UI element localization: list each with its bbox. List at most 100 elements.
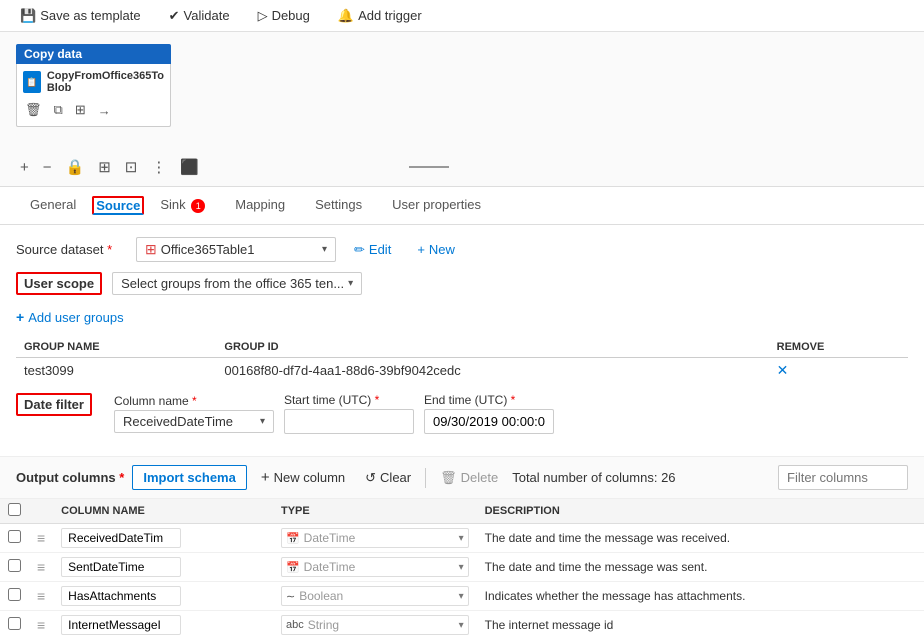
table-row: ≡ 📅 DateTime ▾ The date and time the mes… bbox=[0, 524, 924, 553]
row-checkbox[interactable] bbox=[8, 559, 21, 572]
col-description-cell: Indicates whether the message has attach… bbox=[477, 582, 924, 611]
connect-activity-button[interactable]: → bbox=[96, 100, 113, 120]
col-type-cell: 📅 DateTime ▾ bbox=[273, 553, 477, 582]
new-button[interactable]: + New bbox=[409, 238, 463, 261]
tab-general[interactable]: General bbox=[16, 189, 90, 222]
type-select[interactable]: ∼ Boolean ▾ bbox=[281, 586, 469, 606]
clone-activity-button[interactable]: ⊞ bbox=[73, 100, 88, 120]
clear-button[interactable]: ↺ Clear bbox=[359, 466, 417, 490]
type-dropdown-icon: ▾ bbox=[459, 533, 464, 544]
drag-handle[interactable]: ≡ bbox=[29, 553, 53, 582]
type-dropdown-icon: ▾ bbox=[459, 620, 464, 631]
select-button[interactable]: ⊡ bbox=[121, 156, 142, 178]
column-name-header: COLUMN NAME bbox=[53, 499, 273, 524]
type-text: DateTime bbox=[304, 531, 457, 545]
drag-handle[interactable]: ≡ bbox=[29, 611, 53, 640]
col-type-cell: ∼ Boolean ▾ bbox=[273, 582, 477, 611]
type-dropdown-icon: ▾ bbox=[459, 562, 464, 573]
tab-settings[interactable]: Settings bbox=[301, 189, 376, 222]
user-scope-row: User scope Select groups from the office… bbox=[16, 272, 908, 295]
clear-icon: ↺ bbox=[365, 470, 376, 486]
col-name-input[interactable] bbox=[61, 557, 181, 577]
auto-fit-button[interactable]: ⊞ bbox=[94, 156, 115, 178]
description-text: The date and time the message was receiv… bbox=[485, 531, 730, 545]
tab-mapping[interactable]: Mapping bbox=[221, 189, 299, 222]
date-filter-row: Date filter Column name * ReceivedDateTi… bbox=[16, 393, 908, 434]
col-name-input[interactable] bbox=[61, 528, 181, 548]
edit-button[interactable]: ✏ Edit bbox=[346, 238, 399, 262]
col-name-input[interactable] bbox=[61, 586, 181, 606]
col-description-cell: The date and time the message was sent. bbox=[477, 553, 924, 582]
start-time-input[interactable] bbox=[284, 409, 414, 434]
tab-source[interactable]: Source bbox=[92, 196, 144, 215]
type-select[interactable]: 📅 DateTime ▾ bbox=[281, 528, 469, 548]
description-text: The internet message id bbox=[485, 618, 614, 632]
type-select[interactable]: abc String ▾ bbox=[281, 615, 469, 635]
col-name-cell bbox=[53, 611, 273, 640]
edit-icon: ✏ bbox=[354, 242, 365, 258]
copy-activity-button[interactable]: ⧉ bbox=[52, 100, 65, 120]
row-checkbox[interactable] bbox=[8, 530, 21, 543]
remove-icon[interactable]: ✕ bbox=[777, 362, 789, 378]
filter-columns-input[interactable] bbox=[778, 465, 908, 490]
date-filter-fields: Column name * ReceivedDateTime ▾ Start t… bbox=[114, 393, 554, 434]
activity-name: CopyFromOffice365ToBlob bbox=[47, 70, 164, 94]
description-header: DESCRIPTION bbox=[477, 499, 924, 524]
add-groups-row: + Add user groups bbox=[16, 305, 908, 329]
dataset-select[interactable]: ⊞ Office365Table1 ▾ bbox=[136, 237, 336, 262]
lock-button[interactable]: 🔒 bbox=[62, 156, 89, 178]
drag-handle[interactable]: ≡ bbox=[29, 582, 53, 611]
type-icon: 📅 bbox=[286, 561, 300, 574]
type-dropdown-icon: ▾ bbox=[459, 591, 464, 602]
zoom-in-button[interactable]: + bbox=[16, 157, 33, 178]
validate-icon: ✔ bbox=[169, 8, 180, 24]
output-columns-label: Output columns * bbox=[16, 470, 124, 485]
start-time-group: Start time (UTC) * bbox=[284, 393, 414, 434]
new-column-button[interactable]: + New column bbox=[255, 465, 351, 490]
user-scope-select[interactable]: Select groups from the office 365 ten...… bbox=[112, 272, 362, 295]
add-trigger-button[interactable]: 🔔 Add trigger bbox=[334, 6, 426, 26]
group-id-header: GROUP ID bbox=[216, 337, 768, 358]
row-checkbox[interactable] bbox=[8, 588, 21, 601]
group-name-cell: test3099 bbox=[16, 358, 216, 384]
tab-user-properties[interactable]: User properties bbox=[378, 189, 495, 222]
delete-icon: 🗑 bbox=[440, 470, 457, 486]
table-row: ≡ ∼ Boolean ▾ Indicates whether the mess… bbox=[0, 582, 924, 611]
col-description-cell: The date and time the message was receiv… bbox=[477, 524, 924, 553]
col-name-cell bbox=[53, 553, 273, 582]
select-all-checkbox[interactable] bbox=[8, 503, 21, 516]
more-options-button[interactable]: ⬛ bbox=[176, 156, 203, 178]
row-checkbox[interactable] bbox=[8, 617, 21, 630]
delete-activity-button[interactable]: 🗑 bbox=[23, 100, 44, 120]
tab-sink[interactable]: Sink 1 bbox=[146, 189, 219, 223]
copy-data-box: Copy data 📋 CopyFromOffice365ToBlob 🗑 ⧉ … bbox=[16, 44, 171, 127]
dataset-label: Source dataset * bbox=[16, 242, 126, 257]
type-text: DateTime bbox=[304, 560, 457, 574]
end-time-input[interactable] bbox=[424, 409, 554, 434]
remove-cell[interactable]: ✕ bbox=[769, 358, 908, 384]
zoom-out-button[interactable]: − bbox=[39, 157, 56, 178]
col-name-input[interactable] bbox=[61, 615, 181, 635]
debug-button[interactable]: ▷ Debug bbox=[254, 6, 314, 26]
col-name-cell bbox=[53, 582, 273, 611]
type-icon: ∼ bbox=[286, 590, 295, 603]
top-toolbar: 💾 Save as template ✔ Validate ▷ Debug 🔔 … bbox=[0, 0, 924, 32]
add-user-groups-button[interactable]: + Add user groups bbox=[16, 305, 124, 329]
arrange-button[interactable]: ⋮ bbox=[147, 156, 170, 178]
trigger-icon: 🔔 bbox=[338, 8, 354, 24]
validate-button[interactable]: ✔ Validate bbox=[165, 6, 234, 26]
type-header: TYPE bbox=[273, 499, 477, 524]
column-name-group: Column name * ReceivedDateTime ▾ bbox=[114, 394, 274, 433]
checkbox-header bbox=[0, 499, 29, 524]
import-schema-button[interactable]: Import schema bbox=[132, 465, 246, 490]
end-time-label: End time (UTC) * bbox=[424, 393, 554, 407]
column-name-select[interactable]: ReceivedDateTime ▾ bbox=[114, 410, 274, 433]
drag-handle[interactable]: ≡ bbox=[29, 524, 53, 553]
source-panel: Source dataset * ⊞ Office365Table1 ▾ ✏ E… bbox=[0, 225, 924, 456]
date-filter-label: Date filter bbox=[16, 393, 92, 416]
start-time-label: Start time (UTC) * bbox=[284, 393, 414, 407]
columns-table: COLUMN NAME TYPE DESCRIPTION ≡ 📅 DateTim… bbox=[0, 499, 924, 639]
type-select[interactable]: 📅 DateTime ▾ bbox=[281, 557, 469, 577]
group-id-cell: 00168f80-df7d-4aa1-88d6-39bf9042cedc bbox=[216, 358, 768, 384]
save-template-button[interactable]: 💾 Save as template bbox=[16, 6, 145, 26]
